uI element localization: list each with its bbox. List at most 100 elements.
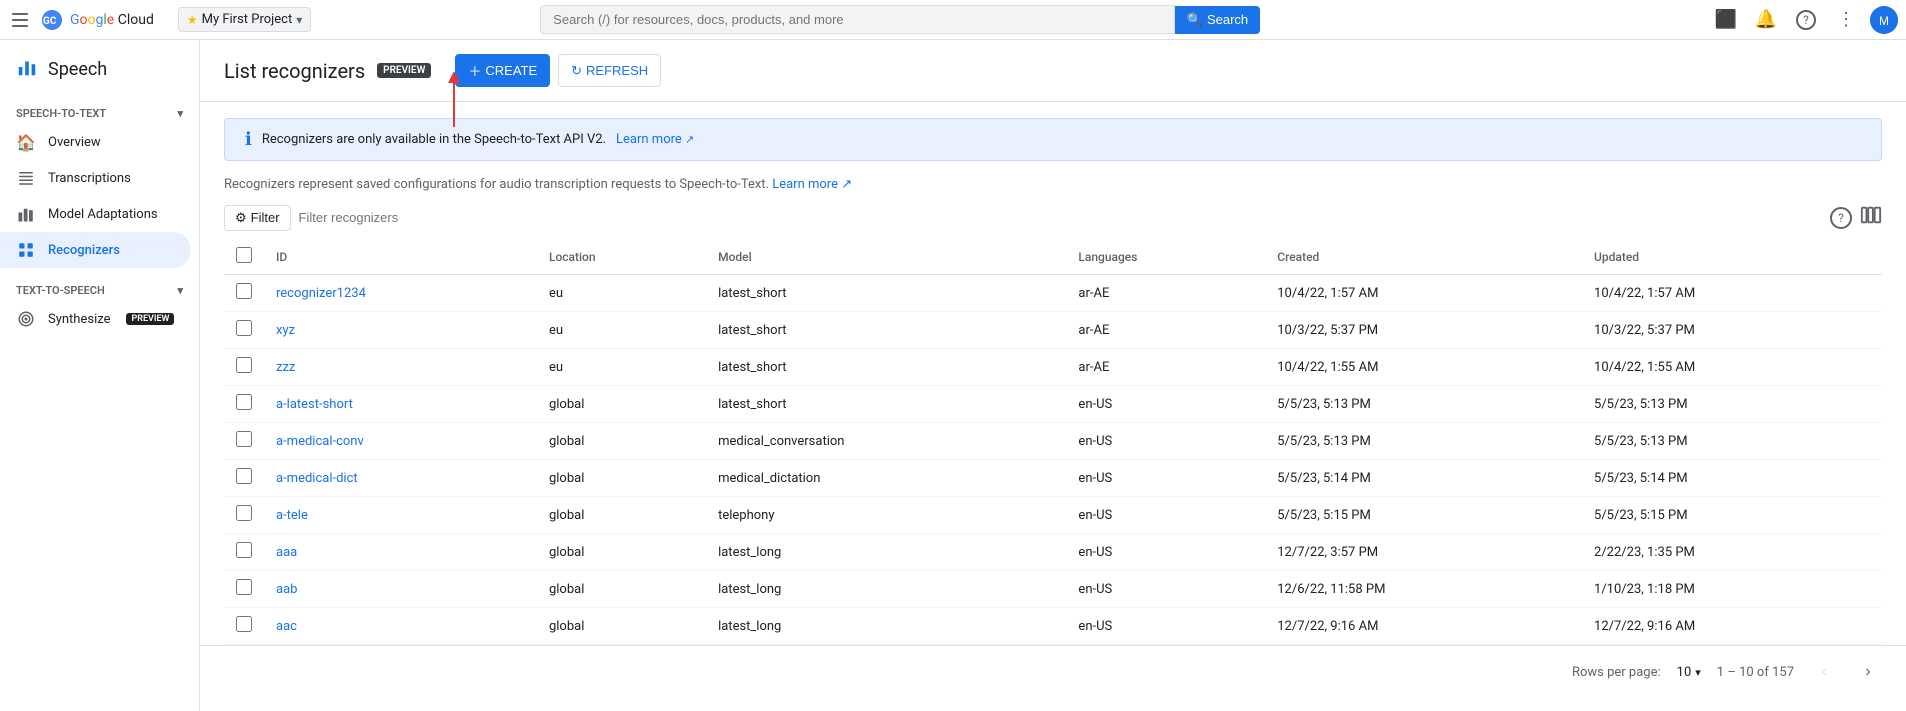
info-learn-more-link[interactable]: Learn more ↗ <box>616 132 694 147</box>
cell-location-1: eu <box>537 312 706 349</box>
sidebar-title: Speech <box>48 59 107 80</box>
recognizer-link-4[interactable]: a-medical-conv <box>276 434 364 449</box>
refresh-button[interactable]: ↻ REFRESH <box>558 54 661 87</box>
bell-icon: 🔔 <box>1755 9 1777 30</box>
description: Recognizers represent saved configuratio… <box>200 177 1906 204</box>
sidebar-item-recognizers-label: Recognizers <box>48 243 120 258</box>
recognizer-link-5[interactable]: a-medical-dict <box>276 471 358 486</box>
cell-id-5: a-medical-dict <box>264 460 537 497</box>
project-star-icon: ★ <box>187 13 198 27</box>
cell-created-4: 5/5/23, 5:13 PM <box>1265 423 1582 460</box>
table-row: recognizer1234 eu latest_short ar-AE 10/… <box>224 275 1882 312</box>
table-help-icon[interactable]: ? <box>1830 207 1852 229</box>
menu-button[interactable] <box>8 8 32 32</box>
cell-languages-5: en-US <box>1066 460 1265 497</box>
home-icon: 🏠 <box>16 132 36 152</box>
row-checkbox-0[interactable] <box>236 283 252 299</box>
project-name: My First Project <box>202 12 293 27</box>
cell-id-0: recognizer1234 <box>264 275 537 312</box>
cell-updated-6: 5/5/23, 5:15 PM <box>1582 497 1882 534</box>
table-row: a-tele global telephony en-US 5/5/23, 5:… <box>224 497 1882 534</box>
recognizer-link-3[interactable]: a-latest-short <box>276 397 353 412</box>
rows-per-page-label: Rows per page: <box>1572 665 1661 680</box>
row-checkbox-3[interactable] <box>236 394 252 410</box>
recognizers-table: ID Location Model Languages Created Upda… <box>224 239 1882 645</box>
row-checkbox-6[interactable] <box>236 505 252 521</box>
cell-created-0: 10/4/22, 1:57 AM <box>1265 275 1582 312</box>
page-info: 1 – 10 of 157 <box>1717 665 1794 680</box>
sidebar-item-overview[interactable]: 🏠 Overview <box>0 124 191 160</box>
help-icon: ? <box>1796 10 1816 30</box>
topbar: GC Google Cloud ★ My First Project ▾ 🔍 S… <box>0 0 1906 40</box>
cell-id-1: xyz <box>264 312 537 349</box>
cell-updated-9: 12/7/22, 9:16 AM <box>1582 608 1882 645</box>
sidebar-item-model-adaptations[interactable]: Model Adaptations <box>0 196 191 232</box>
desc-learn-more-link[interactable]: Learn more ↗ <box>772 177 852 192</box>
table-row: a-latest-short global latest_short en-US… <box>224 386 1882 423</box>
filter-icon: ⚙ <box>235 210 247 226</box>
table-container: ⚙ Filter ? <box>200 204 1906 645</box>
filter-button[interactable]: ⚙ Filter <box>224 205 291 231</box>
sidebar-item-transcriptions[interactable]: Transcriptions <box>0 160 191 196</box>
cell-languages-3: en-US <box>1066 386 1265 423</box>
terminal-button[interactable]: ⬛ <box>1710 4 1742 36</box>
table-row: aab global latest_long en-US 12/6/22, 11… <box>224 571 1882 608</box>
sidebar-item-synthesize-label: Synthesize <box>48 312 110 327</box>
cell-languages-4: en-US <box>1066 423 1265 460</box>
main-header: List recognizers PREVIEW ＋ CREATE ↻ REFR… <box>200 40 1906 102</box>
row-checkbox-8[interactable] <box>236 579 252 595</box>
avatar[interactable] <box>1870 6 1898 34</box>
recognizer-link-1[interactable]: xyz <box>276 323 295 338</box>
search-icon: 🔍 <box>1187 12 1203 28</box>
project-selector[interactable]: ★ My First Project ▾ <box>178 7 311 32</box>
recognizer-link-8[interactable]: aab <box>276 582 297 597</box>
cell-location-8: global <box>537 571 706 608</box>
more-options-button[interactable]: ⋮ <box>1830 4 1862 36</box>
sidebar-item-synthesize[interactable]: Synthesize PREVIEW <box>0 301 191 337</box>
filter-input[interactable] <box>299 210 1822 225</box>
search-input[interactable] <box>540 5 1175 34</box>
cell-languages-0: ar-AE <box>1066 275 1265 312</box>
help-button[interactable]: ? <box>1790 4 1822 36</box>
next-page-button[interactable]: › <box>1854 658 1882 686</box>
row-checkbox-7[interactable] <box>236 542 252 558</box>
search-bar: 🔍 Search <box>540 5 1260 34</box>
prev-page-button[interactable]: ‹ <box>1810 658 1838 686</box>
search-button[interactable]: 🔍 Search <box>1175 6 1260 34</box>
sidebar: Speech Speech-to-Text ▾ 🏠 Overview <box>0 40 200 711</box>
col-languages: Languages <box>1066 239 1265 275</box>
main-content: List recognizers PREVIEW ＋ CREATE ↻ REFR… <box>200 40 1906 711</box>
recognizer-link-0[interactable]: recognizer1234 <box>276 286 366 301</box>
sidebar-item-transcriptions-label: Transcriptions <box>48 171 131 186</box>
create-button[interactable]: ＋ CREATE <box>455 54 550 87</box>
text-to-speech-label[interactable]: Text-to-Speech ▾ <box>0 276 199 301</box>
desc-external-link-icon: ↗ <box>841 177 852 192</box>
cell-created-8: 12/6/22, 11:58 PM <box>1265 571 1582 608</box>
row-checkbox-1[interactable] <box>236 320 252 336</box>
sidebar-item-overview-label: Overview <box>48 135 101 150</box>
recognizer-link-6[interactable]: a-tele <box>276 508 308 523</box>
topbar-right: ⬛ 🔔 ? ⋮ <box>1710 4 1898 36</box>
cell-updated-8: 1/10/23, 1:18 PM <box>1582 571 1882 608</box>
select-all-checkbox[interactable] <box>236 247 252 263</box>
cell-model-7: latest_long <box>706 534 1066 571</box>
sidebar-item-recognizers[interactable]: Recognizers <box>0 232 191 268</box>
speech-to-text-label[interactable]: Speech-to-Text ▾ <box>0 99 199 124</box>
row-checkbox-5[interactable] <box>236 468 252 484</box>
row-checkbox-9[interactable] <box>236 616 252 632</box>
app-body: Speech Speech-to-Text ▾ 🏠 Overview <box>0 40 1906 711</box>
recognizer-link-7[interactable]: aaa <box>276 545 297 560</box>
rows-dropdown-icon: ▾ <box>1695 666 1701 679</box>
notifications-button[interactable]: 🔔 <box>1750 4 1782 36</box>
recognizer-link-2[interactable]: zzz <box>276 360 295 375</box>
topbar-left: GC Google Cloud ★ My First Project ▾ <box>8 7 311 32</box>
speech-to-text-section: Speech-to-Text ▾ 🏠 Overview Transcriptio… <box>0 95 199 272</box>
rows-per-page-select[interactable]: 10 ▾ <box>1677 665 1701 680</box>
cell-location-7: global <box>537 534 706 571</box>
cell-model-0: latest_short <box>706 275 1066 312</box>
row-checkbox-2[interactable] <box>236 357 252 373</box>
columns-icon[interactable] <box>1860 204 1882 231</box>
table-row: a-medical-dict global medical_dictation … <box>224 460 1882 497</box>
recognizer-link-9[interactable]: aac <box>276 619 297 634</box>
row-checkbox-4[interactable] <box>236 431 252 447</box>
